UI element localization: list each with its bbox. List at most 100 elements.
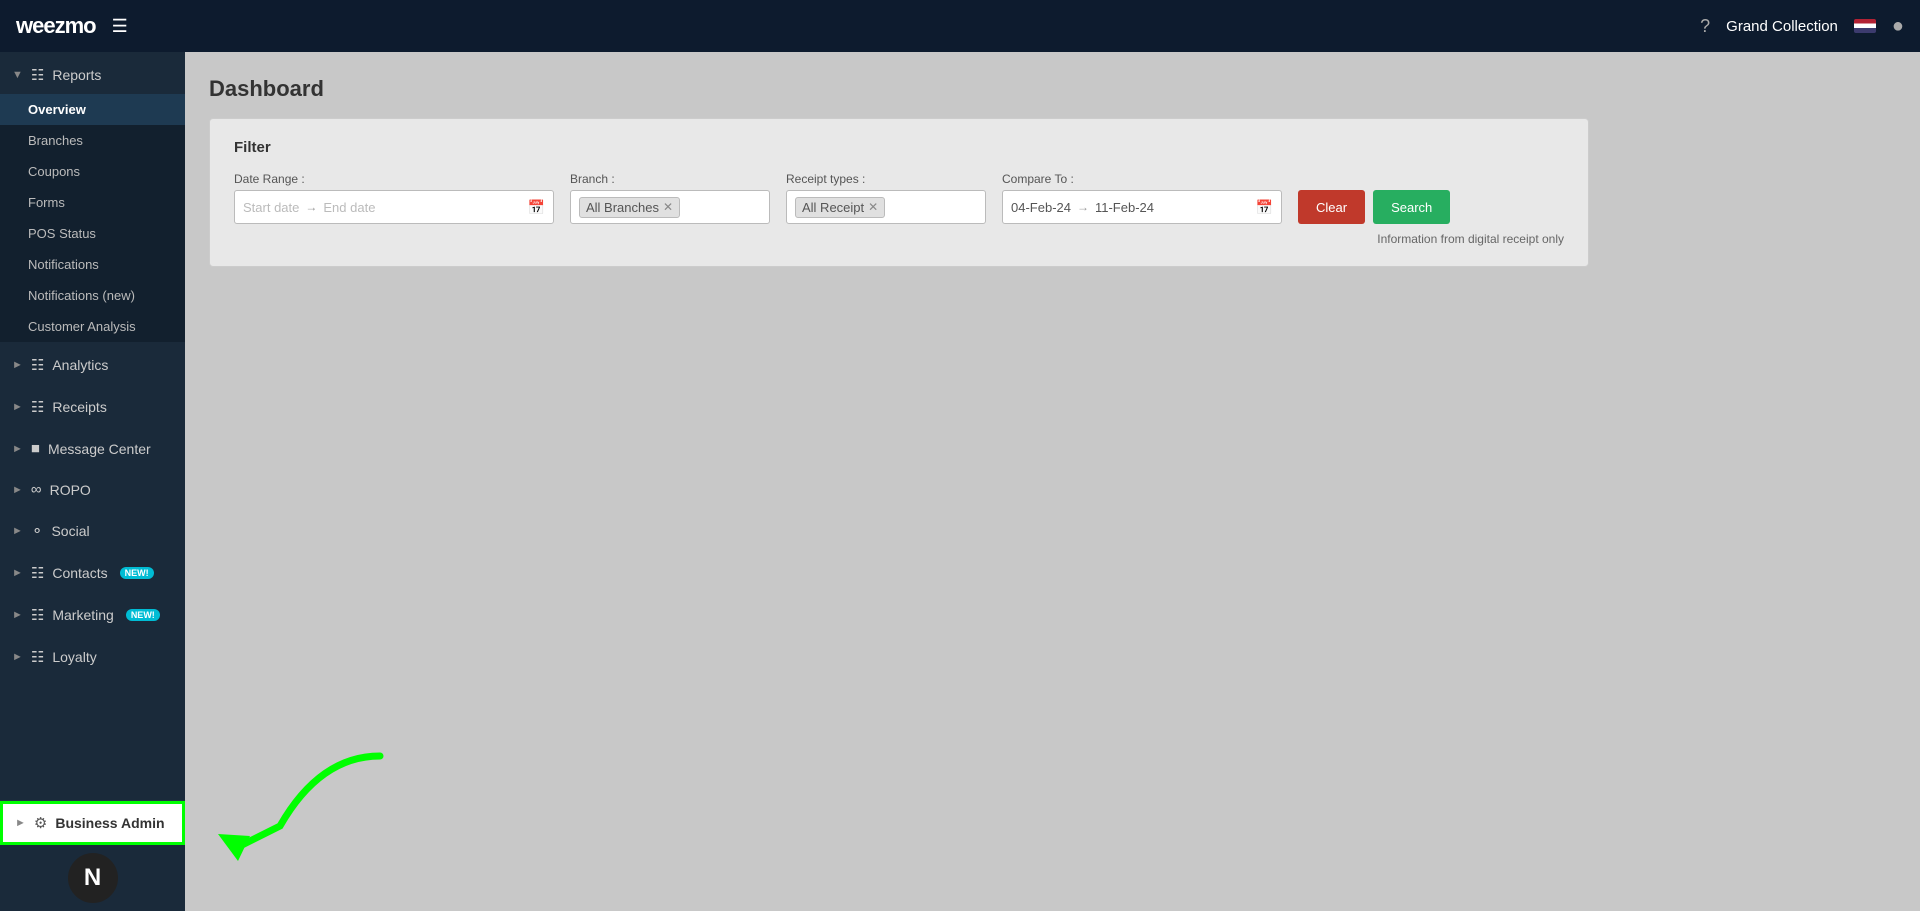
receipt-remove-icon[interactable]: ✕ <box>868 200 878 214</box>
chevron-down-icon: ▼ <box>12 69 23 81</box>
sidebar-section-loyalty: ► ☷ Loyalty <box>0 638 185 676</box>
business-admin-item[interactable]: ► ⚙ Business Admin <box>0 801 185 845</box>
hamburger-icon[interactable]: ☰ <box>112 16 128 37</box>
app-body: ▼ ☷ Reports Overview Branches Coupons Fo… <box>0 52 1920 911</box>
sidebar: ▼ ☷ Reports Overview Branches Coupons Fo… <box>0 52 185 911</box>
branch-tag: All Branches ✕ <box>579 197 680 218</box>
sidebar-item-customer-analysis[interactable]: Customer Analysis <box>0 311 185 342</box>
analytics-icon: ☷ <box>31 356 44 374</box>
reports-children: Overview Branches Coupons Forms POS Stat… <box>0 94 185 342</box>
help-icon[interactable]: ? <box>1700 16 1710 37</box>
contacts-badge: NEW! <box>120 567 154 579</box>
nav-left: weezmo ☰ <box>16 13 128 39</box>
nav-right: ? Grand Collection ● <box>1700 15 1904 38</box>
sidebar-item-forms[interactable]: Forms <box>0 187 185 218</box>
sidebar-parent-contacts[interactable]: ► ☷ Contacts NEW! <box>0 554 185 592</box>
branch-label: Branch : <box>570 172 770 186</box>
sidebar-parent-ropo[interactable]: ► ∞ ROPO <box>0 471 185 508</box>
sidebar-parent-marketing[interactable]: ► ☷ Marketing NEW! <box>0 596 185 634</box>
filter-info: Information from digital receipt only <box>234 232 1564 246</box>
sidebar-item-overview[interactable]: Overview <box>0 94 185 125</box>
branch-input[interactable]: All Branches ✕ <box>570 190 770 224</box>
chevron-right-icon9: ► <box>15 817 26 829</box>
message-center-label: Message Center <box>48 441 151 457</box>
calendar-icon[interactable]: 📅 <box>528 199 545 216</box>
clear-button[interactable]: Clear <box>1298 190 1365 224</box>
chevron-right-icon6: ► <box>12 567 23 579</box>
marketing-label: Marketing <box>52 607 113 623</box>
chevron-right-icon7: ► <box>12 609 23 621</box>
sidebar-section-receipts: ► ☷ Receipts <box>0 388 185 426</box>
date-range-group: Date Range : Start date → End date 📅 <box>234 172 554 224</box>
chevron-right-icon4: ► <box>12 484 23 496</box>
receipt-types-label: Receipt types : <box>786 172 986 186</box>
compare-to-label: Compare To : <box>1002 172 1282 186</box>
sidebar-parent-loyalty[interactable]: ► ☷ Loyalty <box>0 638 185 676</box>
receipts-label: Receipts <box>52 399 106 415</box>
contacts-icon: ☷ <box>31 564 44 582</box>
receipt-types-input[interactable]: All Receipt ✕ <box>786 190 986 224</box>
chevron-right-icon: ► <box>12 359 23 371</box>
marketing-icon: ☷ <box>31 606 44 624</box>
flag-icon <box>1854 19 1876 33</box>
sidebar-item-coupons[interactable]: Coupons <box>0 156 185 187</box>
compare-from-value: 04-Feb-24 <box>1011 200 1071 215</box>
brand-name: Grand Collection <box>1726 18 1838 35</box>
loyalty-icon: ☷ <box>31 648 44 666</box>
sidebar-section-analytics: ► ☷ Analytics <box>0 346 185 384</box>
gear-icon: ⚙ <box>34 814 47 832</box>
page-title: Dashboard <box>209 76 1896 102</box>
search-button[interactable]: Search <box>1373 190 1450 224</box>
branch-group: Branch : All Branches ✕ <box>570 172 770 224</box>
main-content: Dashboard Filter Date Range : Start date… <box>185 52 1920 911</box>
user-icon[interactable]: ● <box>1892 15 1904 38</box>
marketing-badge: NEW! <box>126 609 160 621</box>
sidebar-parent-social[interactable]: ► ⚬ Social <box>0 512 185 550</box>
date-start-placeholder: Start date <box>243 200 299 215</box>
loyalty-label: Loyalty <box>52 649 96 665</box>
sidebar-bottom: ► ⚙ Business Admin N <box>0 800 185 911</box>
filter-row: Date Range : Start date → End date 📅 Bra… <box>234 172 1564 224</box>
contacts-label: Contacts <box>52 565 107 581</box>
sidebar-item-pos-status[interactable]: POS Status <box>0 218 185 249</box>
date-range-label: Date Range : <box>234 172 554 186</box>
date-range-arrow: → <box>305 200 317 214</box>
branch-tag-value: All Branches <box>586 200 659 215</box>
branch-remove-icon[interactable]: ✕ <box>663 200 673 214</box>
reports-label: Reports <box>52 67 101 83</box>
sidebar-section-message-center: ► ■ Message Center <box>0 430 185 467</box>
sidebar-item-branches[interactable]: Branches <box>0 125 185 156</box>
sidebar-item-notifications[interactable]: Notifications <box>0 249 185 280</box>
chevron-right-icon5: ► <box>12 525 23 537</box>
sidebar-section-social: ► ⚬ Social <box>0 512 185 550</box>
sidebar-item-notifications-new[interactable]: Notifications (new) <box>0 280 185 311</box>
compare-calendar-icon[interactable]: 📅 <box>1256 199 1273 216</box>
top-nav: weezmo ☰ ? Grand Collection ● <box>0 0 1920 52</box>
sidebar-parent-message-center[interactable]: ► ■ Message Center <box>0 430 185 467</box>
chevron-right-icon2: ► <box>12 401 23 413</box>
chevron-right-icon8: ► <box>12 651 23 663</box>
ropo-label: ROPO <box>50 482 91 498</box>
message-center-icon: ■ <box>31 440 40 457</box>
compare-arrow: → <box>1077 200 1089 214</box>
logo: weezmo <box>16 13 96 39</box>
sidebar-section-reports: ▼ ☷ Reports Overview Branches Coupons Fo… <box>0 56 185 342</box>
avatar: N <box>68 853 118 903</box>
sidebar-parent-receipts[interactable]: ► ☷ Receipts <box>0 388 185 426</box>
filter-actions: Clear Search <box>1298 190 1450 224</box>
filter-card: Filter Date Range : Start date → End dat… <box>209 118 1589 267</box>
sidebar-section-contacts: ► ☷ Contacts NEW! <box>0 554 185 592</box>
social-icon: ⚬ <box>31 522 44 540</box>
compare-to-value: 11-Feb-24 <box>1095 200 1154 215</box>
date-end-placeholder: End date <box>323 200 375 215</box>
compare-to-input[interactable]: 04-Feb-24 → 11-Feb-24 📅 <box>1002 190 1282 224</box>
reports-icon: ☷ <box>31 66 44 84</box>
social-label: Social <box>51 523 89 539</box>
sidebar-parent-analytics[interactable]: ► ☷ Analytics <box>0 346 185 384</box>
chevron-right-icon3: ► <box>12 443 23 455</box>
sidebar-parent-reports[interactable]: ▼ ☷ Reports <box>0 56 185 94</box>
date-range-input[interactable]: Start date → End date 📅 <box>234 190 554 224</box>
analytics-label: Analytics <box>52 357 108 373</box>
receipt-types-group: Receipt types : All Receipt ✕ <box>786 172 986 224</box>
ropo-icon: ∞ <box>31 481 42 498</box>
